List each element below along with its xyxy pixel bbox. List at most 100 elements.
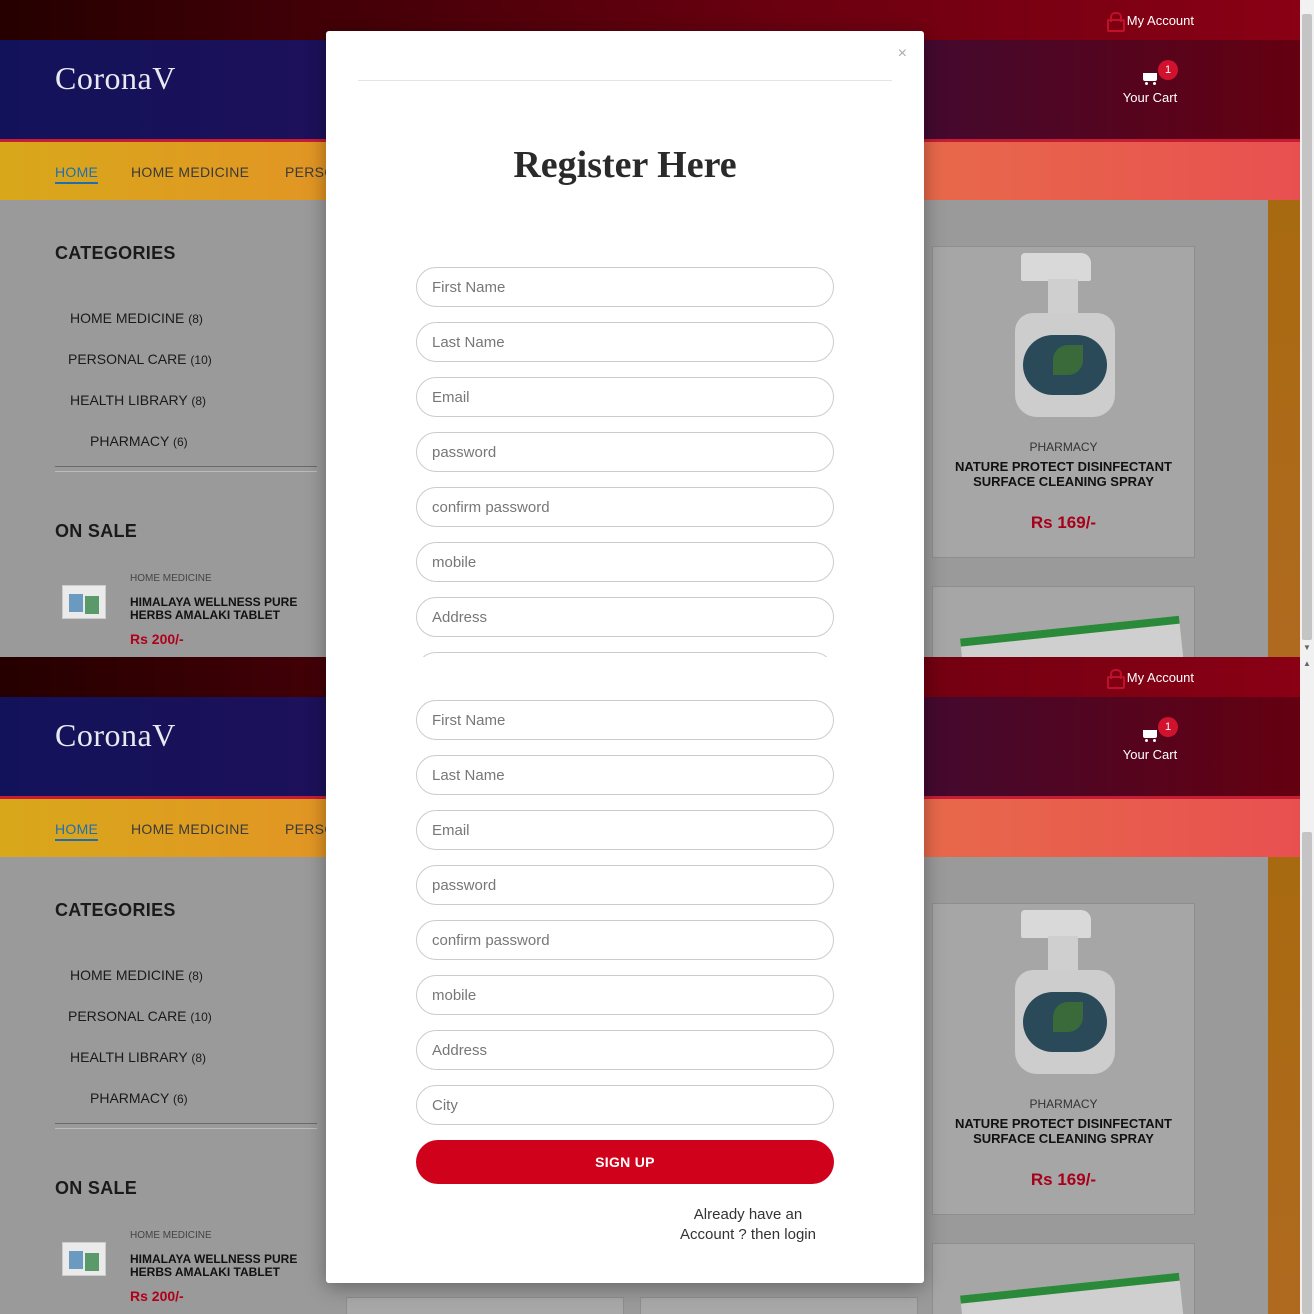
- category-count: (8): [188, 969, 203, 983]
- sale-item-image[interactable]: [62, 585, 106, 619]
- sale-item-category: HOME MEDICINE: [130, 1230, 212, 1241]
- category-label: HOME MEDICINE: [70, 967, 185, 983]
- scroll-down-arrow[interactable]: ▼: [1300, 642, 1314, 654]
- product-card[interactable]: [932, 586, 1195, 657]
- last-name-field[interactable]: [416, 755, 834, 795]
- divider: [55, 1123, 317, 1129]
- category-health-library[interactable]: HEALTH LIBRARY (8): [70, 1049, 206, 1065]
- sale-item-name[interactable]: HIMALAYA WELLNESS PURE HERBS AMALAKI TAB…: [130, 596, 320, 622]
- category-label: PHARMACY: [90, 433, 170, 449]
- category-label: PERSONAL CARE: [68, 1008, 187, 1024]
- on-sale-title: ON SALE: [55, 521, 138, 541]
- cart-count-badge: 1: [1158, 717, 1178, 737]
- mobile-field[interactable]: [416, 542, 834, 582]
- password-field[interactable]: [416, 432, 834, 472]
- product-category: PHARMACY: [1029, 440, 1098, 454]
- nav-home[interactable]: HOME: [55, 164, 99, 184]
- product-card[interactable]: [640, 1297, 918, 1314]
- categories-title: CATEGORIES: [55, 243, 176, 263]
- category-pharmacy[interactable]: PHARMACY (6): [90, 433, 188, 449]
- password-field[interactable]: [416, 865, 834, 905]
- sale-item-price: Rs 200/-: [130, 631, 184, 647]
- last-name-field[interactable]: [416, 322, 834, 362]
- mobile-field[interactable]: [416, 975, 834, 1015]
- category-label: PERSONAL CARE: [68, 351, 187, 367]
- category-label: PHARMACY: [90, 1090, 170, 1106]
- cart-icon: [1141, 70, 1159, 86]
- first-name-field[interactable]: [416, 267, 834, 307]
- sale-item-name[interactable]: HIMALAYA WELLNESS PURE HERBS AMALAKI TAB…: [130, 1253, 320, 1279]
- confirm-password-field[interactable]: [416, 487, 834, 527]
- product-image: [993, 910, 1133, 1074]
- nav-home-medicine[interactable]: HOME MEDICINE: [131, 821, 249, 837]
- category-count: (10): [190, 1010, 212, 1024]
- product-name[interactable]: NATURE PROTECT DISINFECTANT SURFACE CLEA…: [953, 459, 1174, 489]
- category-pharmacy[interactable]: PHARMACY (6): [90, 1090, 188, 1106]
- categories-title: CATEGORIES: [55, 900, 176, 920]
- nav-home-medicine[interactable]: HOME MEDICINE: [131, 164, 249, 180]
- scrollbar-thumb[interactable]: [1302, 832, 1312, 1314]
- nav-home[interactable]: HOME: [55, 821, 99, 841]
- my-account-label: My Account: [1126, 669, 1194, 685]
- page-edge: [1268, 200, 1300, 657]
- category-count: (8): [191, 1051, 207, 1065]
- form-viewport-top: [326, 31, 924, 657]
- product-name[interactable]: NATURE PROTECT DISINFECTANT SURFACE CLEA…: [953, 1116, 1174, 1146]
- scrollbar-thumb[interactable]: [1302, 14, 1312, 640]
- cart-count-badge: 1: [1158, 60, 1178, 80]
- product-price: Rs 169/-: [1030, 1170, 1097, 1189]
- lock-icon: [1106, 12, 1125, 32]
- category-count: (8): [188, 312, 203, 326]
- city-field[interactable]: [416, 652, 834, 657]
- cart-label: Your Cart: [1122, 747, 1178, 762]
- category-count: (8): [191, 394, 207, 408]
- category-count: (6): [172, 435, 188, 449]
- sidebar: CATEGORIES HOME MEDICINE (8) PERSONAL CA…: [0, 200, 330, 657]
- cart-button[interactable]: 1 Your Cart: [1120, 717, 1180, 762]
- page-scrollbar[interactable]: ▼ ▲: [1300, 0, 1314, 1314]
- sale-item-image[interactable]: [62, 1242, 106, 1276]
- scroll-up-arrow[interactable]: ▲: [1300, 658, 1314, 670]
- sale-item-price: Rs 200/-: [130, 1288, 184, 1304]
- category-label: HEALTH LIBRARY: [70, 392, 188, 408]
- sidebar: CATEGORIES HOME MEDICINE (8) PERSONAL CA…: [0, 857, 330, 1314]
- cart-label: Your Cart: [1122, 90, 1178, 105]
- product-card[interactable]: PHARMACY NATURE PROTECT DISINFECTANT SUR…: [932, 246, 1195, 558]
- register-modal: × Register Here SIGN UP Already have an …: [326, 31, 924, 1283]
- divider: [55, 466, 317, 472]
- confirm-password-field[interactable]: [416, 920, 834, 960]
- category-count: (10): [190, 353, 212, 367]
- my-account-label: My Account: [1126, 12, 1194, 28]
- email-field[interactable]: [416, 377, 834, 417]
- category-personal-care[interactable]: PERSONAL CARE (10): [68, 351, 212, 367]
- cart-icon: [1141, 727, 1159, 743]
- category-count: (6): [172, 1092, 188, 1106]
- sign-up-button[interactable]: SIGN UP: [416, 1140, 834, 1184]
- login-link[interactable]: Already have an Account ? then login: [666, 1205, 830, 1245]
- category-label: HEALTH LIBRARY: [70, 1049, 188, 1065]
- cart-button[interactable]: 1 Your Cart: [1120, 60, 1180, 105]
- address-field[interactable]: [416, 597, 834, 637]
- site-logo[interactable]: CoronaV: [55, 60, 176, 97]
- category-health-library[interactable]: HEALTH LIBRARY (8): [70, 392, 206, 408]
- product-image: [993, 253, 1133, 417]
- product-card[interactable]: [932, 1243, 1195, 1314]
- email-field[interactable]: [416, 810, 834, 850]
- category-personal-care[interactable]: PERSONAL CARE (10): [68, 1008, 212, 1024]
- category-label: HOME MEDICINE: [70, 310, 185, 326]
- product-card[interactable]: [346, 1297, 624, 1314]
- address-field[interactable]: [416, 1030, 834, 1070]
- category-home-medicine[interactable]: HOME MEDICINE (8): [70, 967, 203, 983]
- first-name-field[interactable]: [416, 700, 834, 740]
- product-card[interactable]: PHARMACY NATURE PROTECT DISINFECTANT SUR…: [932, 903, 1195, 1215]
- city-field[interactable]: [416, 1085, 834, 1125]
- sale-item-category: HOME MEDICINE: [130, 573, 212, 584]
- site-logo[interactable]: CoronaV: [55, 717, 176, 754]
- lock-icon: [1106, 669, 1125, 689]
- category-home-medicine[interactable]: HOME MEDICINE (8): [70, 310, 203, 326]
- product-price: Rs 169/-: [1030, 513, 1097, 532]
- my-account-link[interactable]: My Account: [1106, 669, 1194, 689]
- product-category: PHARMACY: [1029, 1097, 1098, 1111]
- my-account-link[interactable]: My Account: [1106, 12, 1194, 32]
- on-sale-title: ON SALE: [55, 1178, 138, 1198]
